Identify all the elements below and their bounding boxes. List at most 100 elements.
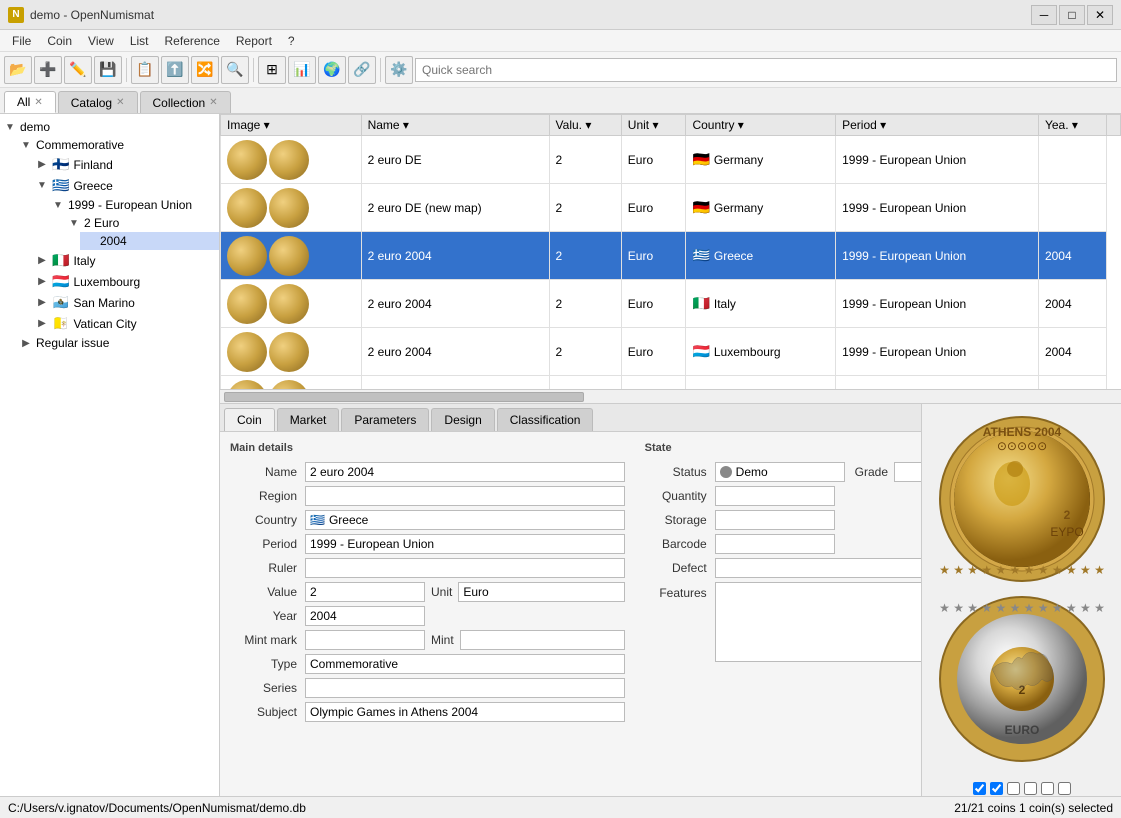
toolbar-edit[interactable]: ✏️: [64, 56, 92, 84]
year-input[interactable]: [305, 606, 425, 626]
grade-input[interactable]: [894, 462, 921, 482]
toolbar-move[interactable]: ⬆️: [161, 56, 189, 84]
table-row-selected[interactable]: 2 euro 2004 2 Euro 🇬🇷Greece 1999 - Europ…: [221, 232, 1121, 280]
country-field[interactable]: 🇬🇷 Greece: [305, 510, 625, 530]
cell-country: 🇩🇪Germany: [686, 184, 836, 232]
detail-tab-coin[interactable]: Coin: [224, 408, 275, 431]
ruler-input[interactable]: [305, 558, 625, 578]
table-row[interactable]: 2 euro 2004 2 Euro 🇸🇲San Marino 1999 - E…: [221, 376, 1121, 390]
tab-catalog-close[interactable]: ✕: [116, 97, 124, 108]
unit-input[interactable]: [458, 582, 624, 602]
menu-help[interactable]: ?: [280, 32, 303, 50]
tab-catalog[interactable]: Catalog ✕: [58, 91, 138, 113]
col-name[interactable]: Name ▾: [361, 115, 549, 136]
toolbar-copy[interactable]: 📋: [131, 56, 159, 84]
mintmark-input[interactable]: [305, 630, 425, 650]
defect-input[interactable]: [715, 558, 921, 578]
coin-img-obverse: [227, 380, 267, 390]
tree-root[interactable]: ▼ demo: [0, 118, 219, 136]
tree-commemorative[interactable]: ▼ Commemorative: [16, 136, 219, 154]
toolbar-save[interactable]: 💾: [94, 56, 122, 84]
tree-regularissue[interactable]: ▶ Regular issue: [16, 334, 219, 352]
storage-input[interactable]: [715, 510, 835, 530]
tree-luxembourg[interactable]: ▶ 🇱🇺 Luxembourg: [32, 271, 219, 292]
tab-all-close[interactable]: ✕: [34, 97, 42, 108]
mint-input[interactable]: [460, 630, 625, 650]
toolbar-filter[interactable]: 🔍: [221, 56, 249, 84]
toolbar-grid[interactable]: ⊞: [258, 56, 286, 84]
status-field[interactable]: Demo: [715, 462, 845, 482]
table-row[interactable]: 2 euro 2004 2 Euro 🇮🇹Italy 1999 - Europe…: [221, 280, 1121, 328]
tree-italy[interactable]: ▶ 🇮🇹 Italy: [32, 250, 219, 271]
maximize-button[interactable]: □: [1059, 5, 1085, 25]
value-input[interactable]: [305, 582, 425, 602]
tree-greece-label: Greece: [73, 179, 112, 193]
menu-reference[interactable]: Reference: [157, 32, 228, 50]
tree-greece-eu[interactable]: ▼ 1999 - European Union: [48, 196, 219, 214]
features-textarea[interactable]: [715, 582, 921, 662]
cell-value: 2: [549, 184, 621, 232]
tree-greece[interactable]: ▼ 🇬🇷 Greece: [32, 175, 219, 196]
col-unit[interactable]: Unit ▾: [621, 115, 686, 136]
tree-greece-2004[interactable]: 2004: [80, 232, 219, 250]
checkbox5[interactable]: [1041, 782, 1054, 795]
col-scroll: [1107, 115, 1121, 136]
detail-tab-classification[interactable]: Classification: [497, 408, 594, 431]
col-country[interactable]: Country ▾: [686, 115, 836, 136]
toolbar-chart[interactable]: 📊: [288, 56, 316, 84]
toolbar-sort[interactable]: 🔀: [191, 56, 219, 84]
detail-tab-parameters[interactable]: Parameters: [341, 408, 429, 431]
window-controls[interactable]: ─ □ ✕: [1031, 5, 1113, 25]
horizontal-scrollbar[interactable]: [220, 389, 1121, 403]
col-value[interactable]: Valu. ▾: [549, 115, 621, 136]
tree-vaticancity[interactable]: ▶ 🇻🇦 Vatican City: [32, 313, 219, 334]
menu-report[interactable]: Report: [228, 32, 280, 50]
tab-all[interactable]: All ✕: [4, 91, 56, 113]
table-scroll[interactable]: Image ▾ Name ▾ Valu. ▾ Unit ▾ Country ▾ …: [220, 114, 1121, 389]
menu-list[interactable]: List: [122, 32, 157, 50]
barcode-input[interactable]: [715, 534, 835, 554]
cell-unit: Euro: [621, 376, 686, 390]
col-period[interactable]: Period ▾: [836, 115, 1039, 136]
checkbox6[interactable]: [1058, 782, 1071, 795]
tree-finland[interactable]: ▶ 🇫🇮 Finland: [32, 154, 219, 175]
type-input[interactable]: [305, 654, 625, 674]
subject-input[interactable]: [305, 702, 625, 722]
toolbar-settings[interactable]: ⚙️: [385, 56, 413, 84]
tree-sanmarino[interactable]: ▶ 🇸🇲 San Marino: [32, 292, 219, 313]
series-input[interactable]: [305, 678, 625, 698]
cell-year: 2004: [1038, 280, 1106, 328]
period-input[interactable]: [305, 534, 625, 554]
menu-view[interactable]: View: [80, 32, 122, 50]
checkbox2[interactable]: [990, 782, 1003, 795]
minimize-button[interactable]: ─: [1031, 5, 1057, 25]
table-row[interactable]: 2 euro 2004 2 Euro 🇱🇺Luxembourg 1999 - E…: [221, 328, 1121, 376]
col-image[interactable]: Image ▾: [221, 115, 362, 136]
menu-coin[interactable]: Coin: [39, 32, 80, 50]
toolbar-link[interactable]: 🔗: [348, 56, 376, 84]
close-button[interactable]: ✕: [1087, 5, 1113, 25]
tab-collection-close[interactable]: ✕: [209, 97, 217, 108]
content-area: Image ▾ Name ▾ Valu. ▾ Unit ▾ Country ▾ …: [220, 114, 1121, 818]
menu-file[interactable]: File: [4, 32, 39, 50]
checkbox3[interactable]: [1007, 782, 1020, 795]
toolbar-open[interactable]: 📂: [4, 56, 32, 84]
name-input[interactable]: [305, 462, 625, 482]
col-year[interactable]: Yea. ▾: [1038, 115, 1106, 136]
quantity-input[interactable]: [715, 486, 835, 506]
detail-tab-design[interactable]: Design: [431, 408, 494, 431]
detail-tab-market[interactable]: Market: [277, 408, 340, 431]
toolbar-map[interactable]: 🌍: [318, 56, 346, 84]
checkbox4[interactable]: [1024, 782, 1037, 795]
region-input[interactable]: [305, 486, 625, 506]
tab-collection[interactable]: Collection ✕: [140, 91, 231, 113]
tree-sanmarino-label: San Marino: [73, 296, 134, 310]
hscrollbar-thumb[interactable]: [224, 392, 584, 402]
quicksearch-input[interactable]: [415, 58, 1117, 82]
subject-label: Subject: [230, 705, 305, 719]
table-row[interactable]: 2 euro DE 2 Euro 🇩🇪Germany 1999 - Europe…: [221, 136, 1121, 184]
checkbox1[interactable]: [973, 782, 986, 795]
table-row[interactable]: 2 euro DE (new map) 2 Euro 🇩🇪Germany 199…: [221, 184, 1121, 232]
tree-greece-2euro[interactable]: ▼ 2 Euro: [64, 214, 219, 232]
toolbar-add[interactable]: ➕: [34, 56, 62, 84]
